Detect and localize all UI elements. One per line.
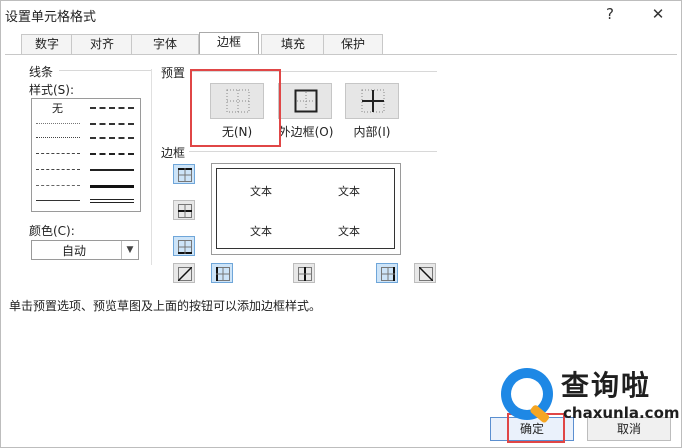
border-right-icon (381, 267, 395, 281)
preset-outline-label: 外边框(O) (278, 125, 334, 139)
border-inside-icon (361, 89, 385, 113)
line-style-medium[interactable] (90, 169, 134, 171)
line-style-medium-dashed[interactable] (90, 153, 134, 155)
preview-text: 文本 (338, 185, 360, 198)
border-group-label: 边框 (161, 146, 186, 160)
border-middle-vertical-button[interactable] (293, 263, 315, 283)
line-style-hair[interactable] (36, 123, 80, 124)
border-preview[interactable]: 文本 文本 文本 文本 (211, 163, 401, 255)
line-style-double[interactable] (90, 199, 134, 203)
preset-group-label: 预置 (161, 66, 186, 80)
border-outline-icon (294, 89, 318, 113)
line-style-list[interactable]: 无 (31, 98, 141, 212)
tab-protection[interactable]: 保护 (323, 34, 383, 54)
preview-text: 文本 (338, 225, 360, 238)
tab-number[interactable]: 数字 (21, 34, 73, 54)
line-style-thin[interactable] (36, 200, 80, 201)
border-diagonal-down-button[interactable] (414, 263, 436, 283)
line-style-medium-dash-dot[interactable] (90, 137, 134, 139)
preview-box (216, 168, 395, 249)
tab-fill[interactable]: 填充 (261, 34, 325, 54)
watermark-url: chaxunla.com (563, 404, 680, 422)
tab-font[interactable]: 字体 (131, 34, 199, 54)
border-bottom-icon (178, 240, 192, 254)
format-cells-dialog: 设置单元格格式 ? ✕ 数字 对齐 字体 边框 填充 保护 线条 样式(S): … (0, 0, 682, 448)
preset-inside-label: 内部(I) (353, 125, 391, 139)
border-diagonal-up-button[interactable] (173, 263, 195, 283)
line-style-none[interactable]: 无 (52, 100, 63, 116)
border-horizontal-icon (178, 204, 192, 218)
preset-outline-button[interactable] (278, 83, 332, 119)
watermark-text: 查询啦 (561, 369, 652, 402)
hint-text: 单击预置选项、预览草图及上面的按钮可以添加边框样式。 (9, 299, 322, 313)
border-vertical-icon (298, 267, 312, 281)
line-style-dash-dot[interactable] (36, 169, 80, 170)
line-group-label: 线条 (29, 65, 54, 79)
tab-border[interactable]: 边框 (199, 32, 259, 54)
color-dropdown[interactable]: 自动 ▼ (31, 240, 139, 260)
border-divider (189, 151, 437, 152)
border-top-button[interactable] (173, 164, 195, 184)
border-left-button[interactable] (211, 263, 233, 283)
color-label: 颜色(C): (29, 224, 75, 238)
color-value: 自动 (62, 244, 87, 258)
line-style-thick[interactable] (90, 185, 134, 188)
line-style-dash-dot-dot[interactable] (36, 153, 80, 154)
watermark: 查询啦 chaxunla.com (495, 360, 680, 434)
line-style-slant-dash-dot[interactable] (90, 123, 134, 125)
border-top-icon (178, 168, 192, 182)
border-left-icon (216, 267, 230, 281)
line-style-dotted[interactable] (36, 137, 80, 138)
line-style-dashed[interactable] (36, 185, 80, 186)
dialog-title: 设置单元格格式 (5, 10, 97, 25)
border-middle-horizontal-button[interactable] (173, 200, 195, 220)
diagonal-up-icon (178, 267, 192, 281)
help-button[interactable]: ? (597, 3, 623, 25)
preview-text: 文本 (250, 185, 272, 198)
title-bar: 设置单元格格式 ? ✕ (1, 1, 681, 27)
line-group-divider (59, 70, 151, 71)
border-right-button[interactable] (376, 263, 398, 283)
diagonal-down-icon (419, 267, 433, 281)
line-style-medium-dash-dot-dot[interactable] (90, 107, 134, 109)
close-button[interactable]: ✕ (645, 3, 671, 25)
highlight-box (190, 69, 281, 147)
border-bottom-button[interactable] (173, 236, 195, 256)
tab-divider (5, 54, 677, 55)
watermark-logo-icon (501, 368, 553, 423)
preset-inside-button[interactable] (345, 83, 399, 119)
chevron-down-icon[interactable]: ▼ (121, 241, 138, 259)
style-label: 样式(S): (29, 83, 75, 97)
preview-text: 文本 (250, 225, 272, 238)
group-divider (151, 69, 152, 265)
tab-alignment[interactable]: 对齐 (71, 34, 133, 54)
